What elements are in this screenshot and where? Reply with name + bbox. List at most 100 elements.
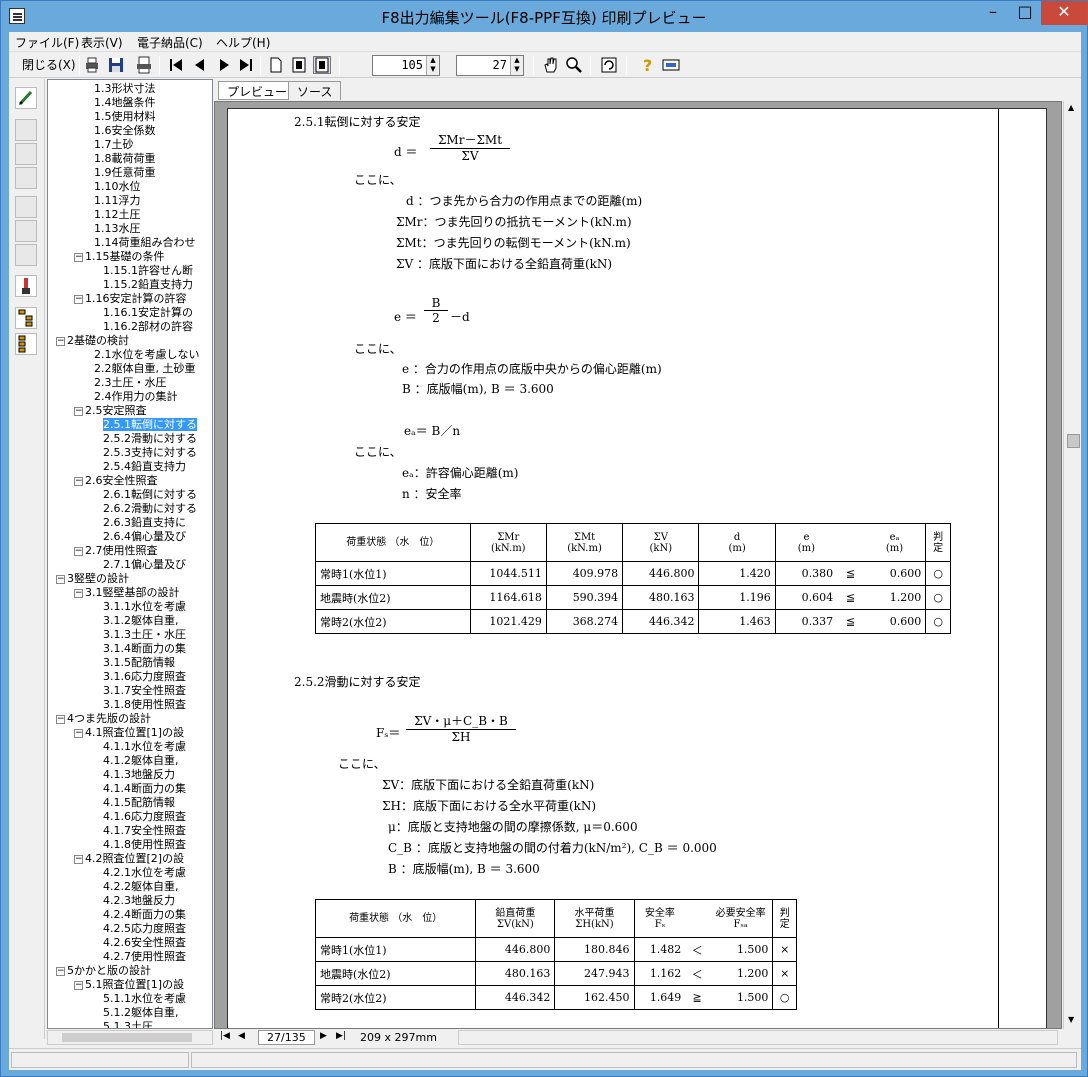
preview-area[interactable]: 2.5.1転倒に対する安定 d ＝ ΣMr－ΣMt ΣV ここに、 d ：つま先… [214,101,1062,1029]
tree-item[interactable]: 2.3土圧・水圧 [94,376,167,389]
tree-item[interactable]: 4.1.6応力度照査 [103,810,186,823]
tree-item[interactable]: 2.5.4鉛直支持力 [103,460,186,473]
print-setup-icon[interactable] [135,56,153,74]
tree-item[interactable]: 1.6安全係数 [94,124,156,137]
tree-item[interactable]: 1.7土砂 [94,138,134,151]
tree-item[interactable]: 2.4作用力の集計 [94,390,178,403]
tree-item[interactable]: 2.6.1転倒に対する [103,488,197,501]
tree-item[interactable]: −3竪壁の設計 [56,572,129,585]
tree-item[interactable]: 1.16.2部材の許容 [103,320,193,333]
outline-icon[interactable] [15,333,37,355]
tree-item[interactable]: 2.5.1転倒に対する [103,418,197,431]
tree-item[interactable]: 3.1.5配筋情報 [103,656,175,669]
scroll-down-icon[interactable]: ▼ [1068,1015,1074,1024]
tree-item[interactable]: 1.13水圧 [94,222,141,235]
tree-item[interactable]: −3.1竪壁基部の設計 [74,586,180,599]
nav-first-icon[interactable]: |◀ [220,1031,230,1041]
tree-item[interactable]: −2.6安全性照査 [74,474,158,487]
outline-tree[interactable]: 1.3形状寸法 1.4地盤条件 1.5使用材料 1.6安全係数 1.7土砂 1.8載荷荷重… [47,79,213,1029]
tree-item[interactable]: 1.11浮力 [94,194,141,207]
refresh-icon[interactable] [600,56,618,74]
tree-item[interactable]: 4.1.5配筋情報 [103,796,175,809]
tree-item[interactable]: 3.1.6応力度照査 [103,670,186,683]
tree-item[interactable]: 3.1.3土圧・水圧 [103,628,186,641]
tree-item[interactable]: 5.1.1水位を考慮 [103,992,186,1005]
scroll-up-icon[interactable]: ▲ [1068,103,1074,112]
zoom-spinner[interactable]: 105 ▲ ▼ [372,55,440,76]
tree-collapse-icon[interactable]: − [74,547,83,556]
minimize-button[interactable]: – [977,1,1009,25]
tree-item[interactable]: 4.1.1水位を考慮 [103,740,186,753]
tree-horizontal-scrollbar[interactable] [47,1030,213,1045]
tree-item[interactable]: 1.12土圧 [94,208,141,221]
tree-collapse-icon[interactable]: − [74,477,83,486]
tree-item[interactable]: 1.3形状寸法 [94,82,156,95]
tree-item[interactable]: 2.6.2滑動に対する [103,502,197,515]
brush-icon[interactable] [15,275,37,297]
tree-collapse-icon[interactable]: − [74,407,83,416]
tree-item[interactable]: 3.1.1水位を考慮 [103,600,186,613]
close-window-button[interactable]: ✕ [1041,1,1087,25]
tree-item[interactable]: 1.5使用材料 [94,110,156,123]
page-width-icon[interactable] [290,56,308,74]
single-page-icon[interactable] [267,56,285,74]
tree-item[interactable]: −4.2照査位置[2]の設 [74,852,184,865]
spin-arrows-icon[interactable]: ▲ ▼ [426,56,439,75]
save-icon[interactable] [107,56,125,74]
tree-item[interactable]: 4.1.4断面力の集 [103,782,186,795]
tree-item[interactable]: 1.9任意荷重 [94,166,156,179]
menu-electronic[interactable]: 電子納品(C) [137,34,203,51]
tree-item[interactable]: −2基礎の検討 [56,334,129,347]
first-page-icon[interactable] [167,56,185,74]
tree-item[interactable]: −1.16安定計算の許容 [74,292,187,305]
tab-preview[interactable]: プレビュー [218,81,297,100]
tree-collapse-icon[interactable]: − [56,715,65,724]
tree-item[interactable]: 4.1.2躯体自重, [103,754,179,767]
tree-item[interactable]: 5.1.3土圧 [103,1020,153,1028]
info-icon[interactable] [662,56,680,74]
tree-item[interactable]: 4.2.7使用性照査 [103,950,186,963]
tree-item[interactable]: 4.2.5応力度照査 [103,922,186,935]
tree-item[interactable]: −4.1照査位置[1]の設 [74,726,184,739]
tree-item[interactable]: 3.1.8使用性照査 [103,698,186,711]
prev-page-icon[interactable] [191,56,209,74]
tree-collapse-icon[interactable]: − [74,589,83,598]
help-icon[interactable]: ? [639,56,657,75]
next-page-icon[interactable] [215,56,233,74]
tree-item[interactable]: −4つま先版の設計 [56,712,151,725]
tree-item[interactable]: 1.16.1安定計算の [103,306,193,319]
tree-hscroll-thumb[interactable] [62,1033,192,1042]
maximize-button[interactable]: □ [1009,1,1041,25]
tree-item[interactable]: 1.15.2鉛直支持力 [103,278,193,291]
spin-arrows-icon[interactable]: ▲ ▼ [510,56,523,75]
tree-collapse-icon[interactable]: − [74,295,83,304]
tree-item[interactable]: 1.10水位 [94,180,141,193]
tree-collapse-icon[interactable]: − [74,253,83,262]
tree-collapse-icon[interactable]: − [74,729,83,738]
nav-last-icon[interactable]: ▶| [336,1031,346,1041]
tree-item[interactable]: −1.15基礎の条件 [74,250,165,263]
tree-collapse-icon[interactable]: − [56,967,65,976]
zoom-icon[interactable] [565,56,583,74]
tree-item[interactable]: 1.4地盤条件 [94,96,156,109]
tree-item[interactable]: 2.2躯体自重, 土砂重 [94,362,196,375]
tree-item[interactable]: 3.1.2躯体自重, [103,614,179,627]
tree-item[interactable]: 1.8載荷荷重 [94,152,156,165]
tree-collapse-icon[interactable]: − [74,981,83,990]
tree-collapse-icon[interactable]: − [74,855,83,864]
tree-item[interactable]: 1.14荷重組み合わせ [94,236,196,249]
menu-file[interactable]: ファイル(F) [15,34,79,51]
preview-horizontal-scrollbar[interactable] [458,1030,1058,1045]
nav-next-icon[interactable]: ▶ [320,1031,327,1041]
page-spinner[interactable]: 27 ▲ ▼ [456,55,524,76]
tree-item[interactable]: −5.1照査位置[1]の設 [74,978,184,991]
tree-item[interactable]: 2.1水位を考慮しない [94,348,200,361]
tree-collapse-icon[interactable]: − [56,575,65,584]
nav-prev-icon[interactable]: ◀ [238,1031,245,1041]
tree-item[interactable]: 2.7.1偏心量及び [103,558,186,571]
tree-item[interactable]: 4.2.1水位を考慮 [103,866,186,879]
full-page-icon[interactable] [313,56,331,74]
close-preview-button[interactable]: 閉じる(X) [19,55,79,75]
tree-item[interactable]: −5かかと版の設計 [56,964,151,977]
tab-source[interactable]: ソース [288,81,342,100]
